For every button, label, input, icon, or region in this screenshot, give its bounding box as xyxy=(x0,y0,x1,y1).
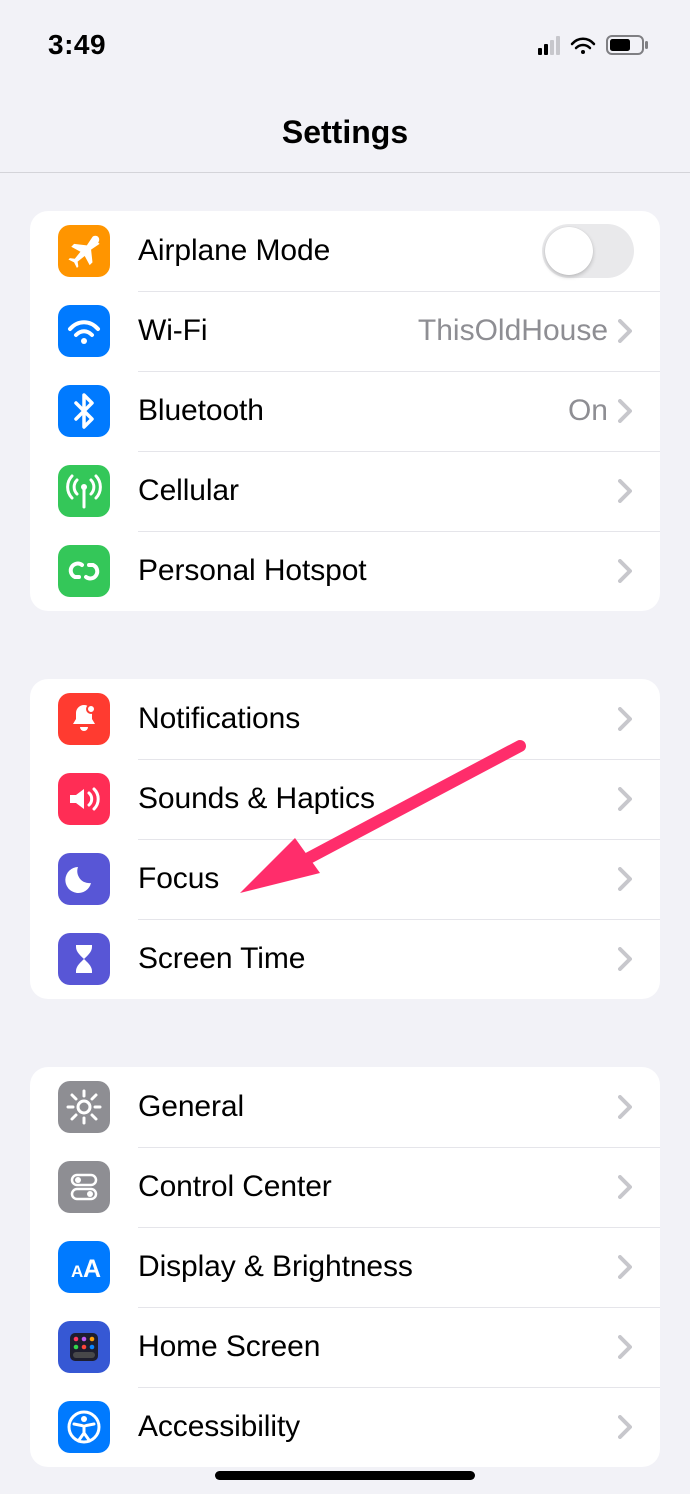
gear-icon xyxy=(58,1081,110,1133)
accessibility-icon xyxy=(58,1401,110,1453)
chevron-right-icon xyxy=(618,947,632,971)
antenna-icon xyxy=(58,465,110,517)
chevron-right-icon xyxy=(618,1415,632,1439)
wifi-icon xyxy=(58,305,110,357)
chevron-right-icon xyxy=(618,399,632,423)
status-bar: 3:49 xyxy=(0,0,690,90)
moon-icon xyxy=(58,853,110,905)
row-label: Airplane Mode xyxy=(138,234,542,268)
settings-group-general: General Control Center Display & Brightn… xyxy=(30,1067,660,1467)
row-label: Personal Hotspot xyxy=(138,554,618,588)
chevron-right-icon xyxy=(618,867,632,891)
row-label: General xyxy=(138,1090,618,1124)
battery-status-icon xyxy=(606,35,650,55)
chevron-right-icon xyxy=(618,787,632,811)
row-label: Control Center xyxy=(138,1170,618,1204)
hourglass-icon xyxy=(58,933,110,985)
chevron-right-icon xyxy=(618,319,632,343)
chevron-right-icon xyxy=(618,707,632,731)
chevron-right-icon xyxy=(618,559,632,583)
apps-grid-icon xyxy=(58,1321,110,1373)
row-sounds-haptics[interactable]: Sounds & Haptics xyxy=(30,759,660,839)
toggles-icon xyxy=(58,1161,110,1213)
row-label: Wi-Fi xyxy=(138,314,418,348)
row-airplane-mode[interactable]: Airplane Mode xyxy=(30,211,660,291)
row-label: Focus xyxy=(138,862,618,896)
chevron-right-icon xyxy=(618,1255,632,1279)
settings-group-connectivity: Airplane Mode Wi-Fi ThisOldHouse Bluetoo… xyxy=(30,211,660,611)
row-screen-time[interactable]: Screen Time xyxy=(30,919,660,999)
wifi-network-value: ThisOldHouse xyxy=(418,314,608,348)
bluetooth-icon xyxy=(58,385,110,437)
bell-icon xyxy=(58,693,110,745)
row-personal-hotspot[interactable]: Personal Hotspot xyxy=(30,531,660,611)
row-label: Bluetooth xyxy=(138,394,568,428)
cell-signal-icon xyxy=(538,35,560,55)
row-label: Notifications xyxy=(138,702,618,736)
row-home-screen[interactable]: Home Screen xyxy=(30,1307,660,1387)
row-bluetooth[interactable]: Bluetooth On xyxy=(30,371,660,451)
chevron-right-icon xyxy=(618,1175,632,1199)
page-title: Settings xyxy=(282,90,408,151)
row-focus[interactable]: Focus xyxy=(30,839,660,919)
home-indicator xyxy=(215,1471,475,1480)
row-general[interactable]: General xyxy=(30,1067,660,1147)
row-accessibility[interactable]: Accessibility xyxy=(30,1387,660,1467)
bluetooth-status-value: On xyxy=(568,394,608,428)
chevron-right-icon xyxy=(618,1335,632,1359)
row-label: Screen Time xyxy=(138,942,618,976)
speaker-icon xyxy=(58,773,110,825)
row-control-center[interactable]: Control Center xyxy=(30,1147,660,1227)
row-wifi[interactable]: Wi-Fi ThisOldHouse xyxy=(30,291,660,371)
airplane-mode-toggle[interactable] xyxy=(542,224,634,278)
airplane-icon xyxy=(58,225,110,277)
toggle-knob xyxy=(545,227,593,275)
row-notifications[interactable]: Notifications xyxy=(30,679,660,759)
chevron-right-icon xyxy=(618,479,632,503)
row-label: Home Screen xyxy=(138,1330,618,1364)
link-icon xyxy=(58,545,110,597)
row-display-brightness[interactable]: Display & Brightness xyxy=(30,1227,660,1307)
settings-group-notifications: Notifications Sounds & Haptics Focus Scr… xyxy=(30,679,660,999)
wifi-status-icon xyxy=(570,35,596,55)
status-time: 3:49 xyxy=(48,29,106,61)
status-indicators xyxy=(538,35,650,55)
chevron-right-icon xyxy=(618,1095,632,1119)
row-cellular[interactable]: Cellular xyxy=(30,451,660,531)
nav-header: Settings xyxy=(0,90,690,173)
row-label: Cellular xyxy=(138,474,618,508)
row-label: Accessibility xyxy=(138,1410,618,1444)
row-label: Display & Brightness xyxy=(138,1250,618,1284)
textsize-icon xyxy=(58,1241,110,1293)
row-label: Sounds & Haptics xyxy=(138,782,618,816)
